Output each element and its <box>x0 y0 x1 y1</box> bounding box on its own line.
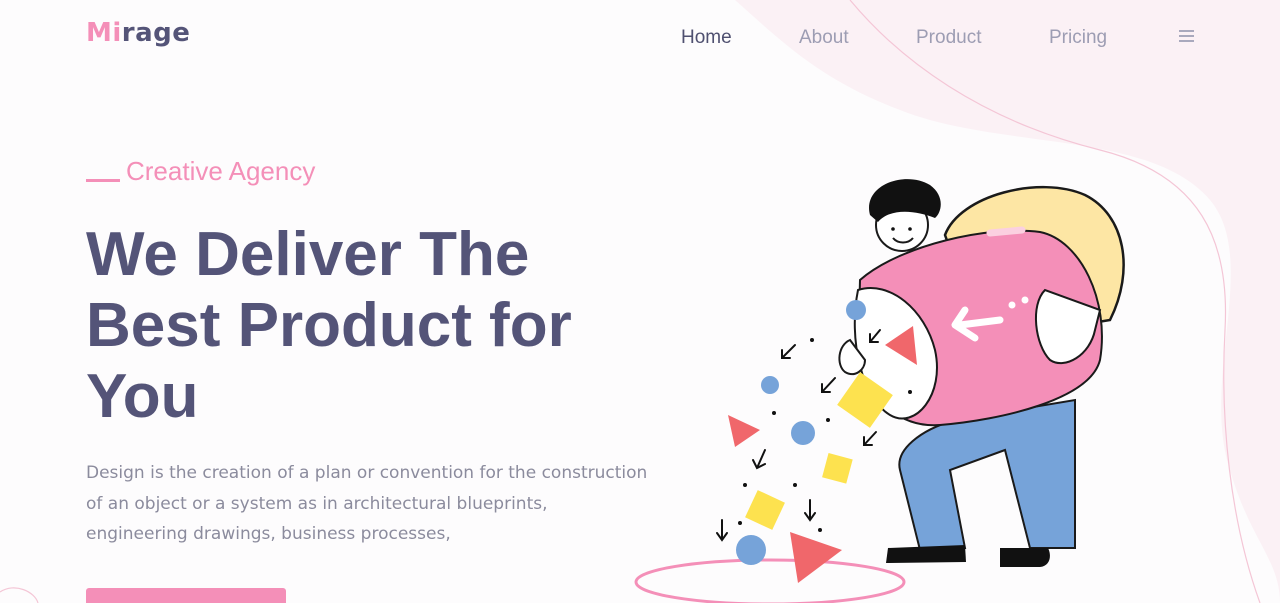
hero-headline: We Deliver The Best Product for You <box>86 219 646 432</box>
main-menu: Home About Product Pricing <box>681 27 1149 49</box>
top-navbar: Mirage Home About Product Pricing <box>0 0 1280 76</box>
description-line: of an object or a system as in architect… <box>86 493 548 514</box>
hero-cta-button[interactable] <box>86 588 286 603</box>
shape-circle <box>791 421 815 445</box>
shape-circle <box>736 535 766 565</box>
brand-logo-prefix: Mi <box>86 18 122 48</box>
left-shoe <box>886 545 966 563</box>
hero-description: Design is the creation of a plan or conv… <box>86 458 676 550</box>
description-line: Design is the creation of a plan or conv… <box>86 463 648 483</box>
headline-line: You <box>86 362 199 431</box>
hero-illustration <box>634 179 1125 603</box>
nav-item-product[interactable]: Product <box>916 27 1049 49</box>
hero-eyebrow: Creative Agency <box>86 156 315 187</box>
shape-circle <box>846 300 866 320</box>
nav-item-home[interactable]: Home <box>681 27 799 49</box>
brand-logo[interactable]: Mirage <box>86 18 190 48</box>
nav-item-pricing[interactable]: Pricing <box>1049 27 1149 49</box>
floor-ring <box>634 558 906 603</box>
eyebrow-divider <box>86 179 120 182</box>
brand-logo-suffix: rage <box>121 18 191 48</box>
hamburger-icon[interactable] <box>1179 30 1194 42</box>
nav-item-about[interactable]: About <box>799 27 916 49</box>
shape-square <box>745 490 785 530</box>
shape-square <box>822 453 853 484</box>
eyebrow-text: Creative Agency <box>126 156 316 186</box>
shape-triangle <box>790 532 842 583</box>
shape-triangle <box>728 415 760 447</box>
headline-line: Best Product for <box>86 291 572 360</box>
description-line: engineering drawings, business processes… <box>86 524 451 544</box>
headline-line: We Deliver The <box>86 220 530 289</box>
right-shoe <box>1000 548 1050 567</box>
shape-circle <box>761 376 779 394</box>
